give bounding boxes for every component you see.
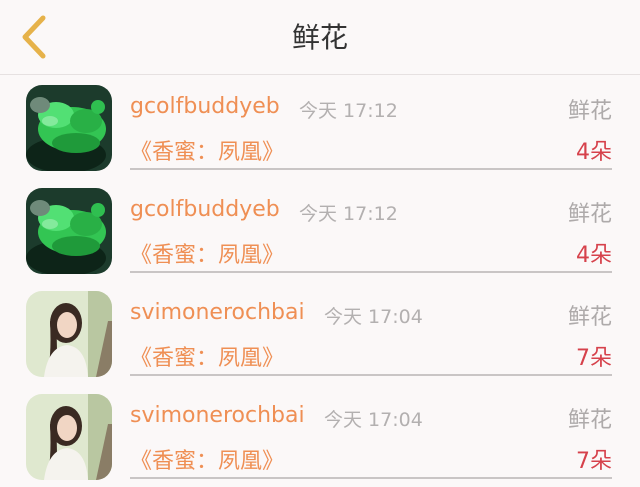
divider: [130, 477, 612, 479]
timestamp: 今天 17:04: [324, 409, 423, 431]
gift-record-list: gcolfbuddyeb 今天 17:12 鲜花 《香蜜：夙凰》 4朵 gcol…: [0, 75, 640, 487]
avatar[interactable]: [26, 291, 112, 377]
avatar[interactable]: [26, 85, 112, 171]
timestamp: 今天 17:12: [299, 100, 398, 122]
list-item[interactable]: gcolfbuddyeb 今天 17:12 鲜花 《香蜜：夙凰》 4朵: [0, 178, 640, 281]
username[interactable]: svimonerochbai: [130, 300, 305, 325]
username[interactable]: gcolfbuddyeb: [130, 197, 280, 222]
list-item[interactable]: gcolfbuddyeb 今天 17:12 鲜花 《香蜜：夙凰》 4朵: [0, 75, 640, 178]
avatar[interactable]: [26, 394, 112, 480]
divider: [130, 168, 612, 170]
gift-title[interactable]: 《香蜜：夙凰》: [130, 443, 284, 475]
timestamp: 今天 17:04: [324, 306, 423, 328]
divider: [130, 271, 612, 273]
gift-title[interactable]: 《香蜜：夙凰》: [130, 237, 284, 269]
gift-type-label: 鲜花: [567, 99, 612, 124]
avatar[interactable]: [26, 188, 112, 274]
gift-type-label: 鲜花: [567, 202, 612, 227]
top-bar: 鲜花: [0, 0, 640, 75]
list-item[interactable]: svimonerochbai 今天 17:04 鲜花 《香蜜：夙凰》 7朵: [0, 384, 640, 487]
gift-title[interactable]: 《香蜜：夙凰》: [130, 340, 284, 372]
gift-type-label: 鲜花: [567, 408, 612, 433]
gift-count: 4朵: [576, 140, 612, 165]
timestamp: 今天 17:12: [299, 203, 398, 225]
list-item[interactable]: svimonerochbai 今天 17:04 鲜花 《香蜜：夙凰》 7朵: [0, 281, 640, 384]
gift-count: 7朵: [576, 449, 612, 474]
page-title: 鲜花: [291, 21, 348, 54]
gift-type-label: 鲜花: [567, 305, 612, 330]
username[interactable]: svimonerochbai: [130, 403, 305, 428]
username[interactable]: gcolfbuddyeb: [130, 94, 280, 119]
gift-count: 7朵: [576, 346, 612, 371]
divider: [130, 374, 612, 376]
gift-title[interactable]: 《香蜜：夙凰》: [130, 134, 284, 166]
gift-count: 4朵: [576, 243, 612, 268]
